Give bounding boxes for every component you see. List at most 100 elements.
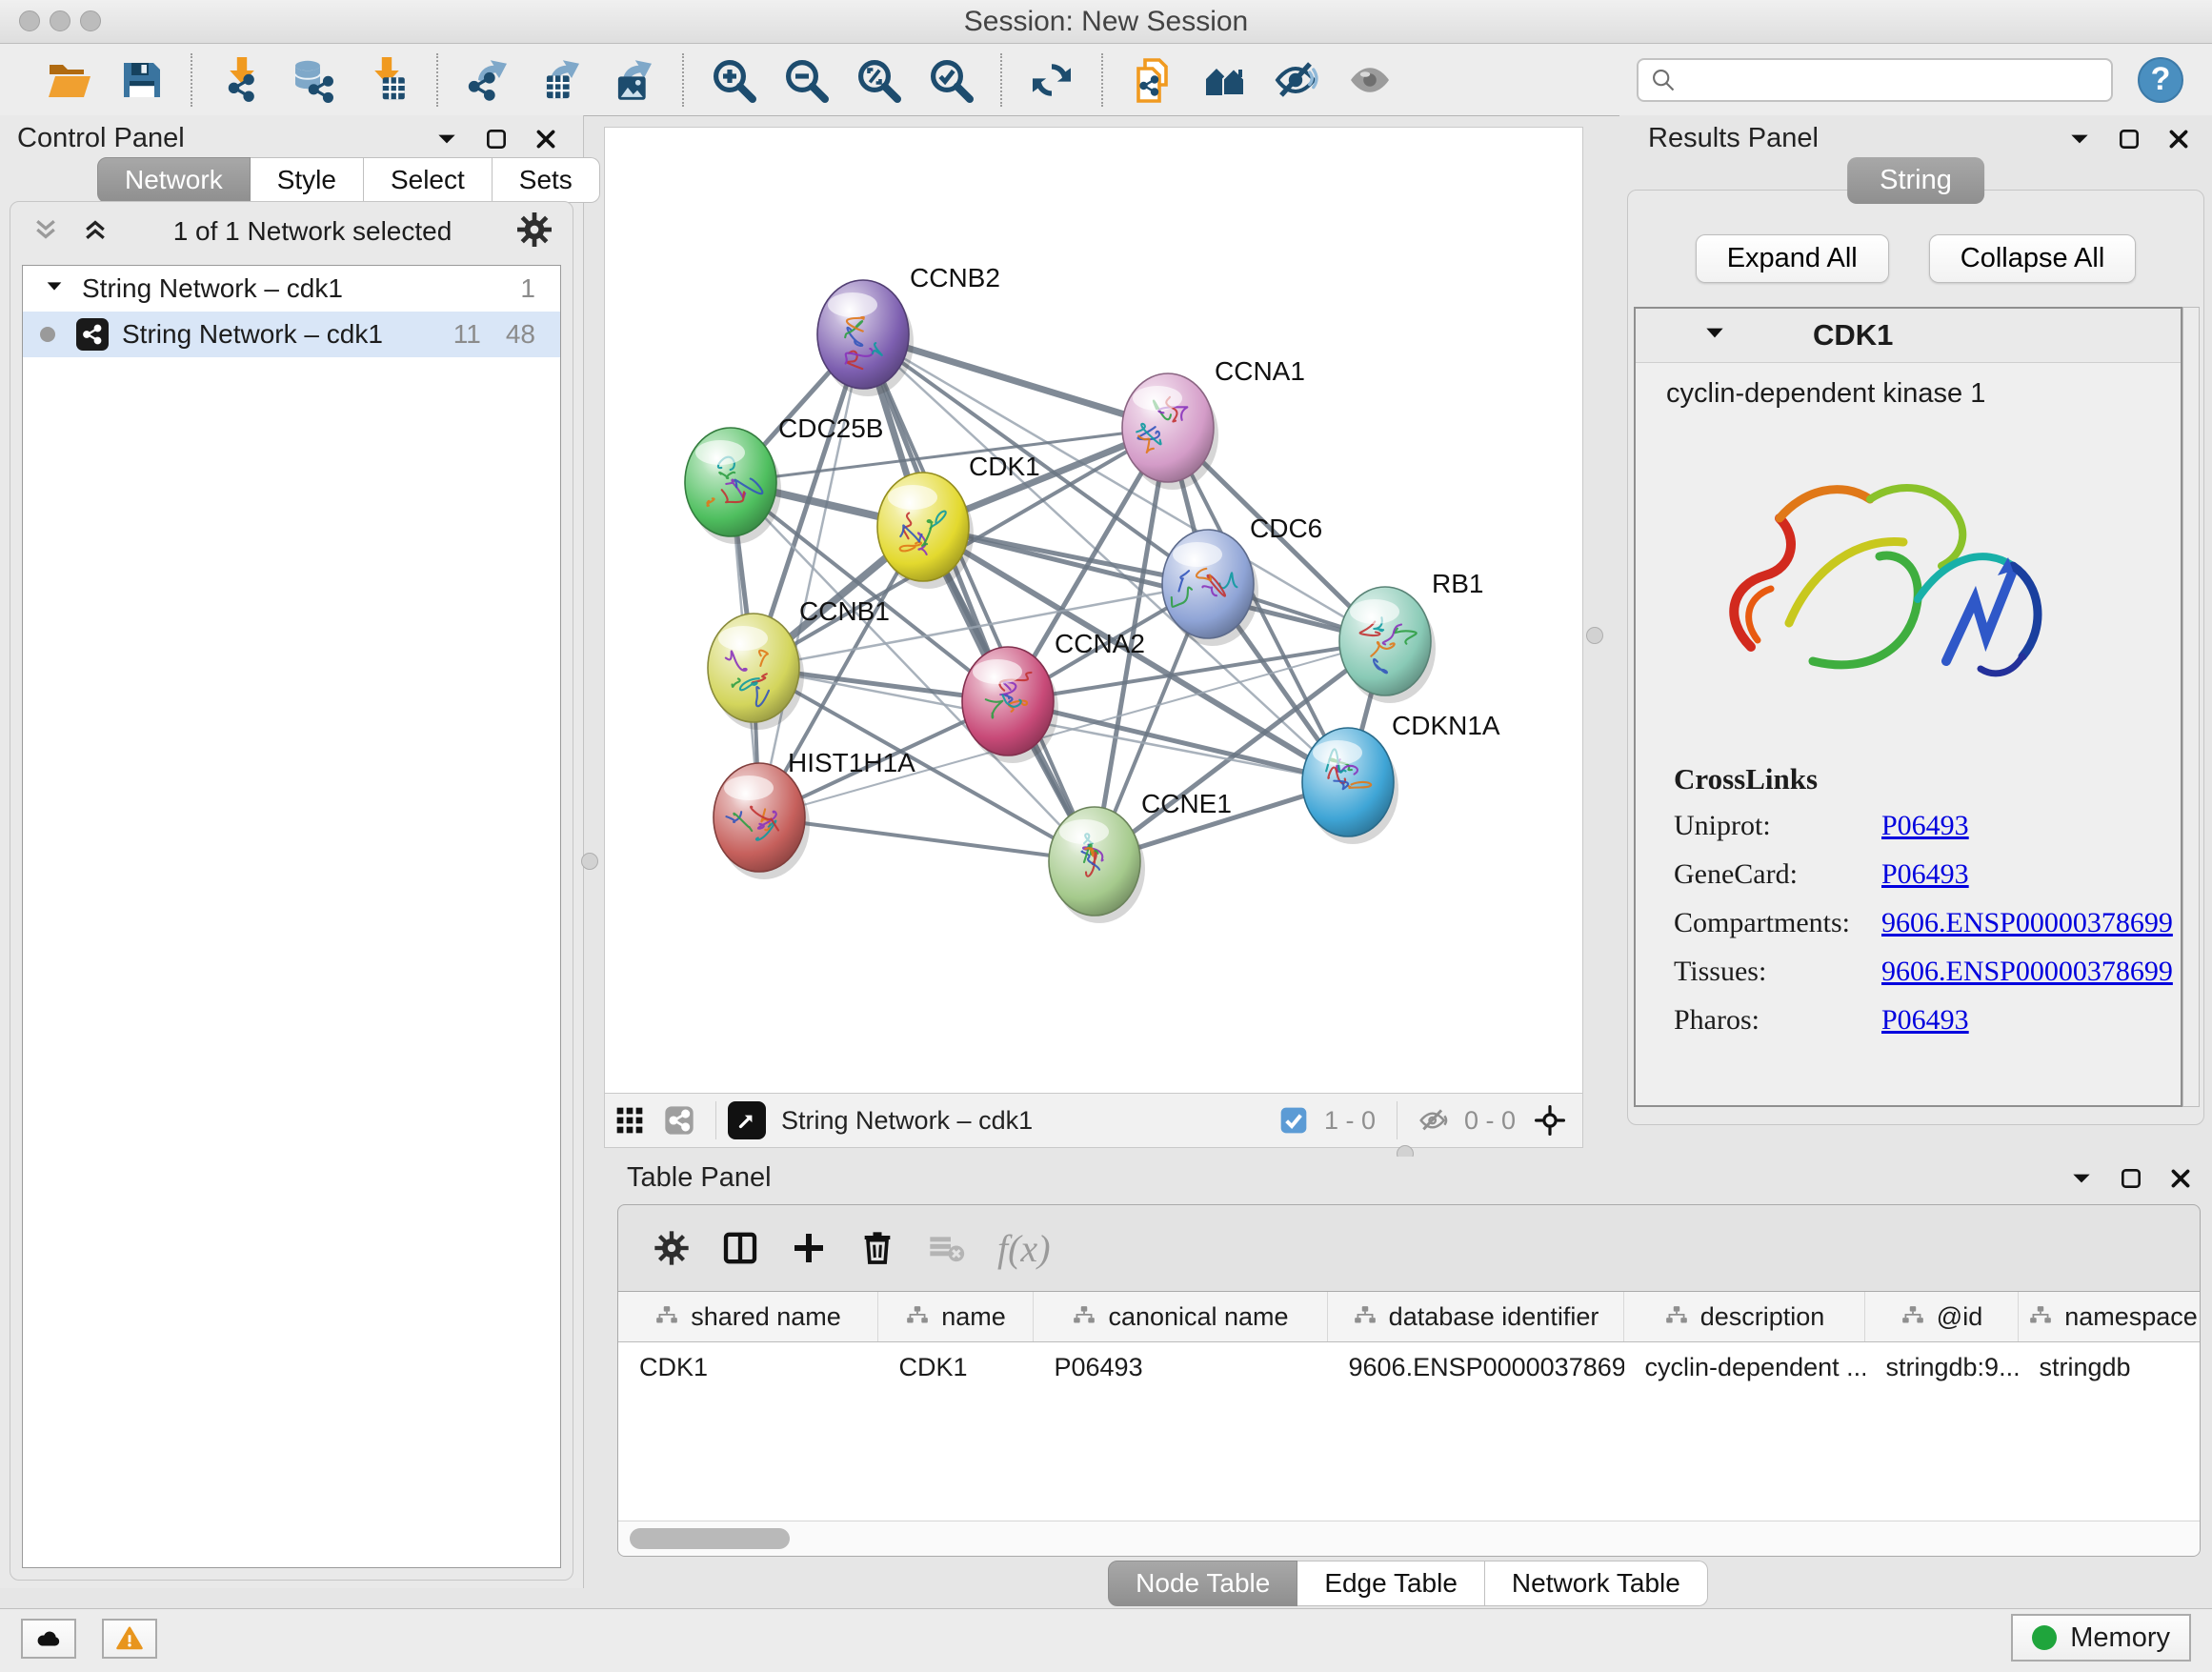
- zoom-in-icon[interactable]: [709, 55, 758, 105]
- crosslink-link[interactable]: 9606.ENSP00000378699: [1881, 907, 2173, 939]
- network-edge[interactable]: [863, 334, 1095, 861]
- tab-select[interactable]: Select: [364, 157, 493, 203]
- export-network-icon[interactable]: [463, 55, 513, 105]
- column-header-shared-name[interactable]: shared name: [618, 1292, 878, 1342]
- results-scrollbar[interactable]: [2182, 307, 2200, 1107]
- import-database-icon[interactable]: [290, 55, 339, 105]
- zoom-selected-icon[interactable]: [926, 55, 975, 105]
- attribute-type-icon: [905, 1304, 930, 1329]
- network-collection-row[interactable]: String Network – cdk1 1: [23, 266, 560, 312]
- column-header-name[interactable]: name: [878, 1292, 1034, 1342]
- float-panel-icon[interactable]: [2117, 127, 2142, 151]
- table-options-gear-icon[interactable]: [653, 1229, 691, 1267]
- tab-network[interactable]: Network: [97, 157, 251, 203]
- table-row[interactable]: CDK1CDK1P064939606.ENSP00000378699cyclin…: [618, 1342, 2200, 1393]
- network-node-ccne1[interactable]: CCNE1: [1049, 789, 1232, 923]
- column-header-description[interactable]: description: [1624, 1292, 1865, 1342]
- toolbar-separator: [191, 53, 192, 107]
- import-network-icon[interactable]: [217, 55, 267, 105]
- network-row[interactable]: String Network – cdk1 11 48: [23, 312, 560, 357]
- create-column-icon[interactable]: [790, 1229, 828, 1267]
- show-columns-icon[interactable]: [721, 1229, 759, 1267]
- table-hscrollbar[interactable]: [618, 1521, 2200, 1556]
- network-node-hist1h1a[interactable]: HIST1H1A: [714, 748, 915, 879]
- grid-view-icon[interactable]: [614, 1105, 645, 1136]
- birdseye-navigator-icon[interactable]: [1535, 1105, 1565, 1136]
- tab-string[interactable]: String: [1847, 157, 1984, 204]
- table-cell[interactable]: CDK1: [618, 1342, 878, 1393]
- tab-edge-table[interactable]: Edge Table: [1297, 1561, 1485, 1606]
- column-header-namespace[interactable]: namespace: [2019, 1292, 2201, 1342]
- crosslink-link[interactable]: P06493: [1881, 1004, 1969, 1037]
- crosslink-link[interactable]: 9606.ENSP00000378699: [1881, 956, 2173, 988]
- network-view-icon[interactable]: [664, 1105, 694, 1136]
- table-cell[interactable]: CDK1: [878, 1342, 1034, 1393]
- close-panel-icon[interactable]: [2166, 127, 2191, 151]
- network-node-cdkn1a[interactable]: CDKN1A: [1302, 711, 1500, 844]
- cloud-button[interactable]: [21, 1619, 76, 1659]
- hidden-eye-slash-icon[interactable]: [1418, 1105, 1449, 1136]
- network-node-cdk1[interactable]: CDK1: [877, 452, 1040, 589]
- delete-table-icon[interactable]: [927, 1229, 965, 1267]
- float-panel-icon[interactable]: [2119, 1166, 2143, 1191]
- column-header-database-identifier[interactable]: database identifier: [1328, 1292, 1624, 1342]
- close-panel-icon[interactable]: [2168, 1166, 2193, 1191]
- attribute-type-icon: [1900, 1304, 1925, 1329]
- table-cell[interactable]: P06493: [1034, 1342, 1328, 1393]
- first-neighbors-icon[interactable]: [1200, 55, 1250, 105]
- tab-sets[interactable]: Sets: [493, 157, 600, 203]
- open-session-icon[interactable]: [44, 55, 93, 105]
- panel-menu-icon[interactable]: [2069, 1166, 2094, 1191]
- table-cell[interactable]: stringdb:9...: [1865, 1342, 2019, 1393]
- column-label: shared name: [691, 1302, 841, 1332]
- zoom-out-icon[interactable]: [781, 55, 831, 105]
- network-node-cdc6[interactable]: CDC6: [1162, 514, 1322, 646]
- import-table-icon[interactable]: [362, 55, 412, 105]
- duplicate-network-icon[interactable]: [1128, 55, 1177, 105]
- network-node-ccnb1[interactable]: CCNB1: [708, 596, 890, 730]
- show-all-icon[interactable]: [1345, 55, 1395, 105]
- refresh-icon[interactable]: [1027, 55, 1076, 105]
- network-options-gear-icon[interactable]: [515, 211, 553, 253]
- collapse-all-button[interactable]: Collapse All: [1929, 234, 2137, 283]
- right-splitter-handle[interactable]: [1586, 627, 1603, 644]
- table-hscroll-thumb[interactable]: [630, 1528, 790, 1549]
- collection-caret-icon[interactable]: [44, 273, 65, 304]
- expand-all-button[interactable]: Expand All: [1696, 234, 1889, 283]
- tab-network-table[interactable]: Network Table: [1485, 1561, 1708, 1606]
- crosslink-link[interactable]: P06493: [1881, 810, 1969, 842]
- help-button[interactable]: ?: [2138, 57, 2183, 103]
- network-edge-count: 48: [506, 319, 535, 350]
- selected-checkbox-icon[interactable]: [1278, 1105, 1309, 1136]
- close-panel-icon[interactable]: [533, 127, 558, 151]
- detach-view-button[interactable]: [728, 1101, 766, 1139]
- crosslink-link[interactable]: P06493: [1881, 858, 1969, 891]
- column-header-canonical-name[interactable]: canonical name: [1034, 1292, 1328, 1342]
- search-input[interactable]: [1637, 58, 2113, 102]
- table-cell[interactable]: 9606.ENSP00000378699: [1328, 1342, 1624, 1393]
- warnings-button[interactable]: [102, 1619, 157, 1659]
- delete-column-icon[interactable]: [858, 1229, 896, 1267]
- export-image-icon[interactable]: [608, 55, 657, 105]
- float-panel-icon[interactable]: [484, 127, 509, 151]
- table-cell[interactable]: stringdb: [2019, 1342, 2201, 1393]
- network-node-rb1[interactable]: RB1: [1339, 569, 1483, 703]
- memory-button[interactable]: Memory: [2011, 1614, 2191, 1662]
- tab-node-table[interactable]: Node Table: [1108, 1561, 1297, 1606]
- section-caret-icon[interactable]: [1702, 321, 1727, 351]
- network-canvas[interactable]: CCNB2CCNA1CDC25BCDK1CDC6RB1CCNB1CCNA2CDK…: [604, 127, 1583, 1094]
- table-cell[interactable]: cyclin-dependent ...: [1624, 1342, 1865, 1393]
- function-builder-icon[interactable]: f(x): [997, 1226, 1051, 1271]
- save-session-icon[interactable]: [116, 55, 166, 105]
- left-splitter-handle[interactable]: [581, 853, 598, 870]
- zoom-fit-icon[interactable]: [854, 55, 903, 105]
- column-header-id[interactable]: @id: [1865, 1292, 2019, 1342]
- expand-all-networks-icon[interactable]: [81, 215, 110, 249]
- collapse-all-networks-icon[interactable]: [31, 215, 60, 249]
- panel-menu-icon[interactable]: [434, 127, 459, 151]
- memory-status-dot: [2032, 1625, 2057, 1650]
- tab-style[interactable]: Style: [251, 157, 364, 203]
- export-table-icon[interactable]: [535, 55, 585, 105]
- hide-selected-icon[interactable]: [1273, 55, 1322, 105]
- panel-menu-icon[interactable]: [2067, 127, 2092, 151]
